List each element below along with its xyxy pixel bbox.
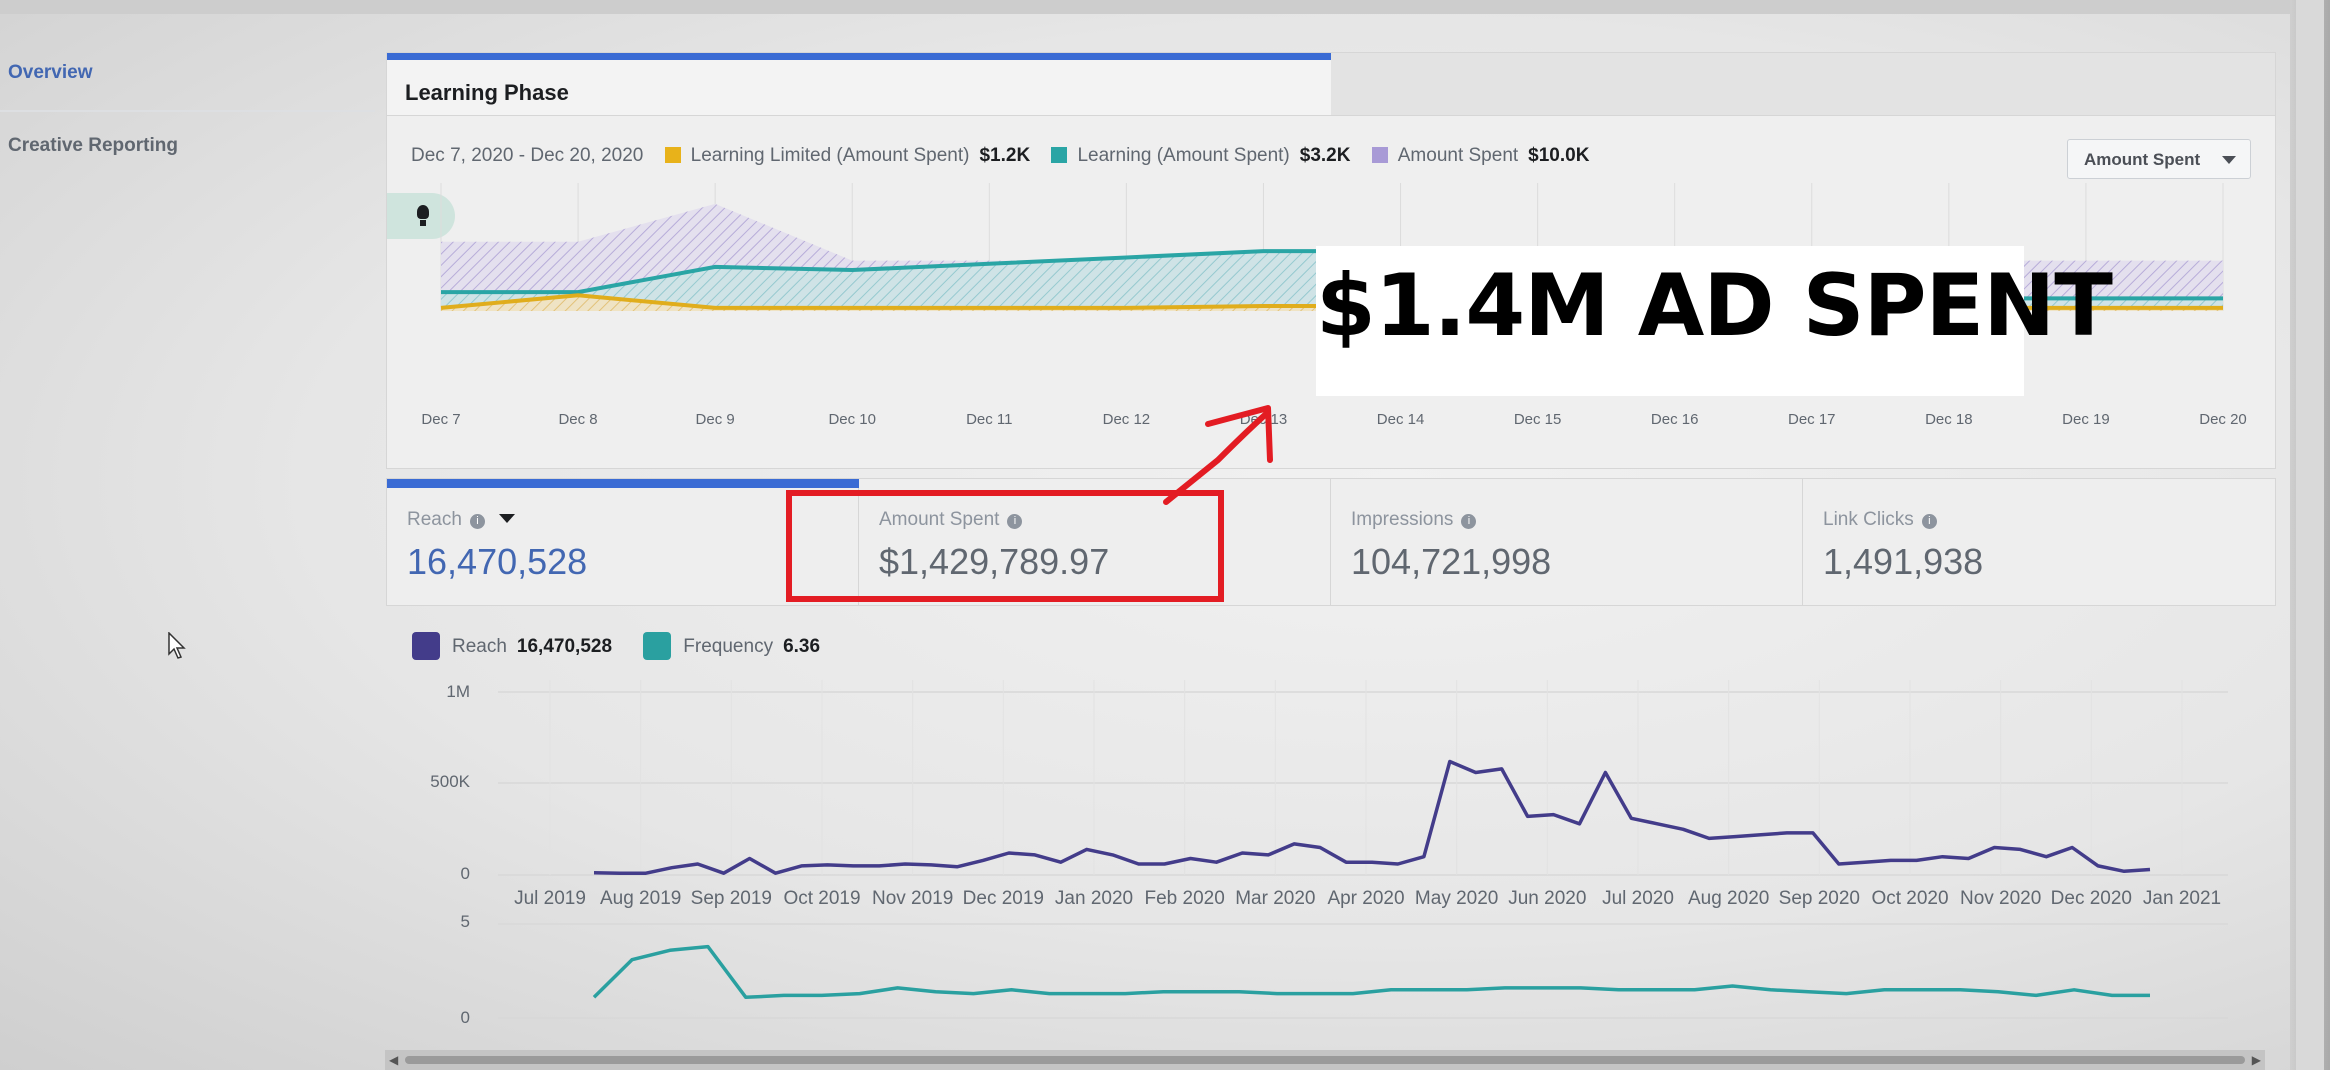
month-tick-label: Jul 2019 xyxy=(514,888,586,909)
month-tick-label: Dec 2019 xyxy=(962,888,1044,909)
month-tick-label: Apr 2020 xyxy=(1327,888,1405,909)
month-tick-label: Aug 2019 xyxy=(599,888,682,909)
month-tick-label: Aug 2020 xyxy=(1687,888,1770,909)
month-tick-label: Jun 2020 xyxy=(1508,888,1587,909)
highlight-box xyxy=(786,490,1224,602)
month-tick-label: Feb 2020 xyxy=(1144,888,1225,909)
month-tick-label: Jan 2021 xyxy=(2142,888,2222,909)
month-tick-label: Oct 2020 xyxy=(1871,888,1949,909)
scrollbar-thumb[interactable] xyxy=(405,1056,2245,1064)
reach-line xyxy=(593,759,2151,875)
month-tick-label: Oct 2019 xyxy=(783,888,861,909)
callout-text: $1.4M AD SPENT xyxy=(1316,256,2113,356)
month-tick-label: Sep 2020 xyxy=(1778,888,1861,909)
chart-gridlines xyxy=(498,680,2228,1019)
month-tick-label: Jul 2020 xyxy=(1602,888,1674,909)
frequency-line xyxy=(592,944,2150,1000)
month-tick-label: Sep 2019 xyxy=(690,888,773,909)
month-x-axis: Jul 2019 Aug 2019 Sep 2019 Oct 2019 Nov 2019… xyxy=(0,888,2330,912)
scroll-right-icon[interactable]: ▶ xyxy=(2252,1053,2261,1067)
month-tick-label: Mar 2020 xyxy=(1235,888,1316,909)
callout-box: $1.4M AD SPENT xyxy=(1316,246,2113,396)
month-tick-label: Nov 2019 xyxy=(871,888,954,909)
month-tick-label: Dec 2020 xyxy=(2050,888,2132,909)
scroll-left-icon[interactable]: ◀ xyxy=(389,1053,398,1067)
chart-series xyxy=(592,759,2151,1000)
month-tick-label: Nov 2020 xyxy=(1959,888,2042,909)
month-tick-label: Jan 2020 xyxy=(1054,888,1134,909)
month-tick-label: May 2020 xyxy=(1414,888,1499,909)
horizontal-scrollbar[interactable]: ◀ ▶ xyxy=(385,1050,2265,1070)
